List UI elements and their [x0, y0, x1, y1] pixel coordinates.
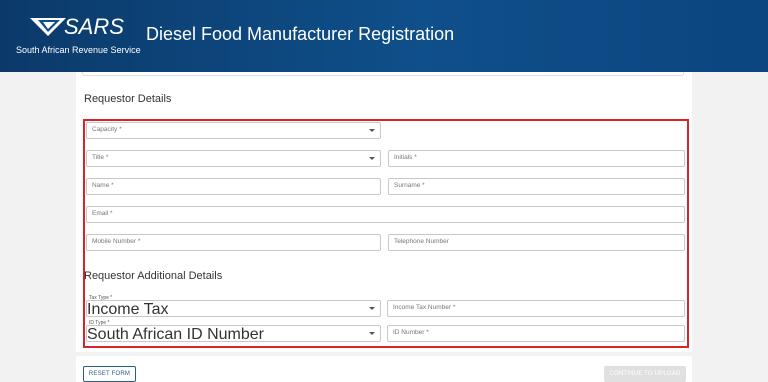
- telephone-number-placeholder: Telephone Number: [394, 238, 449, 245]
- surname-field[interactable]: Surname *: [388, 178, 685, 195]
- telephone-number-field[interactable]: Telephone Number: [388, 234, 685, 251]
- email-field[interactable]: Email *: [86, 206, 685, 223]
- sars-logo-text: SARS: [64, 14, 124, 39]
- requestor-details-heading: Requestor Details: [84, 93, 172, 105]
- tax-type-select[interactable]: Income Tax: [86, 300, 381, 318]
- capacity-placeholder: Capacity *: [92, 126, 122, 133]
- initials-placeholder: Initials *: [394, 154, 417, 161]
- surname-placeholder: Surname *: [394, 182, 425, 189]
- tax-type-value: Income Tax: [87, 301, 169, 318]
- chevron-down-icon: [369, 129, 375, 132]
- income-tax-number-placeholder: Income Tax Number *: [393, 304, 456, 311]
- initials-field[interactable]: Initials *: [388, 150, 685, 167]
- income-tax-number-field[interactable]: Income Tax Number *: [387, 300, 685, 317]
- chevron-down-icon: [369, 332, 375, 335]
- additional-details-heading: Requestor Additional Details: [84, 270, 223, 282]
- app-header: SARS South African Revenue Service Diese…: [0, 0, 768, 72]
- logo-tagline: South African Revenue Service: [16, 45, 141, 55]
- chevron-down-icon: [369, 307, 375, 310]
- previous-section-edge: [82, 72, 684, 76]
- page-title: Diesel Food Manufacturer Registration: [146, 24, 455, 44]
- id-type-value: South African ID Number: [87, 326, 264, 343]
- mobile-number-field[interactable]: Mobile Number *: [86, 234, 381, 251]
- capacity-select[interactable]: Capacity *: [86, 122, 381, 139]
- chevron-down-icon: [369, 157, 375, 160]
- name-placeholder: Name *: [92, 182, 114, 189]
- form-footer: [76, 356, 692, 382]
- reset-form-button[interactable]: RESET FORM: [83, 366, 136, 382]
- id-number-placeholder: ID Number *: [393, 329, 429, 336]
- email-placeholder: Email *: [92, 210, 113, 217]
- title-select[interactable]: Title *: [86, 150, 381, 167]
- name-field[interactable]: Name *: [86, 178, 381, 195]
- title-placeholder: Title *: [92, 154, 109, 161]
- continue-to-upload-button[interactable]: CONTINUE TO UPLOAD: [604, 366, 686, 382]
- sars-logo: SARS: [30, 14, 124, 39]
- id-type-select[interactable]: South African ID Number: [86, 325, 381, 343]
- id-number-field[interactable]: ID Number *: [387, 325, 685, 342]
- mobile-number-placeholder: Mobile Number *: [92, 238, 141, 245]
